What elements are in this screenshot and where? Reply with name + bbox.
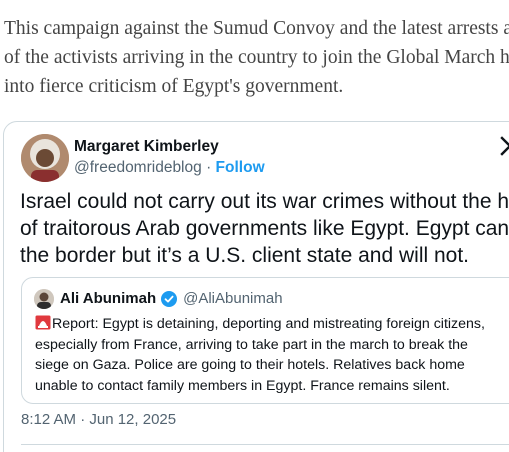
quote-text-line: unable to contact family members in Egyp… — [35, 377, 450, 394]
follow-button[interactable]: Follow — [216, 159, 265, 176]
author-name[interactable]: Margaret Kimberley — [74, 138, 219, 156]
quote-text-line: Report: Egypt is detaining, deporting an… — [35, 314, 509, 335]
quote-text-line: siege on Gaza. Police are going to their… — [35, 357, 465, 373]
quote-text-first-line: Report: Egypt is detaining, deporting an… — [52, 316, 485, 332]
x-logo-icon[interactable] — [500, 136, 509, 156]
author-handle-row: @freedomrideblog · Follow — [74, 159, 265, 177]
author-handle[interactable]: @freedomrideblog — [74, 159, 202, 176]
quote-author-name[interactable]: Ali Abunimah — [60, 290, 156, 307]
handle-separator: · — [206, 159, 212, 176]
article-line: into fierce criticism of Egypt's governm… — [4, 76, 344, 97]
quoted-tweet[interactable]: Ali Abunimah @AliAbunimah Report: Egypt … — [21, 277, 509, 404]
verified-badge-icon — [161, 290, 178, 307]
page: This campaign against the Sumud Convoy a… — [0, 0, 509, 452]
siren-emoji-icon — [35, 315, 51, 330]
article-line: This campaign against the Sumud Convoy a… — [4, 18, 509, 39]
quote-author-avatar[interactable] — [34, 289, 54, 309]
article-line: of the activists arriving in the country… — [4, 47, 509, 68]
tweet-text-line: Israel could not carry out its war crime… — [20, 190, 509, 213]
tweet-text-line: of traitorous Arab governments like Egyp… — [20, 217, 509, 240]
tweet-text: Israel could not carry out its war crime… — [20, 188, 509, 269]
quote-text-line: especially from France, arriving to take… — [35, 336, 468, 353]
divider — [21, 444, 509, 445]
article-paragraph: This campaign against the Sumud Convoy a… — [4, 14, 509, 101]
author-avatar[interactable] — [21, 134, 69, 182]
quote-author-handle[interactable]: @AliAbunimah — [183, 290, 282, 307]
quote-header: Ali Abunimah @AliAbunimah — [60, 290, 283, 307]
tweet-timestamp[interactable]: 8:12 AM · Jun 12, 2025 — [21, 411, 176, 428]
quote-text: Report: Egypt is detaining, deporting an… — [35, 314, 509, 396]
embedded-tweet[interactable]: Margaret Kimberley @freedomrideblog · Fo… — [3, 121, 509, 452]
tweet-text-line: the border but it’s a U.S. client state … — [20, 244, 470, 267]
